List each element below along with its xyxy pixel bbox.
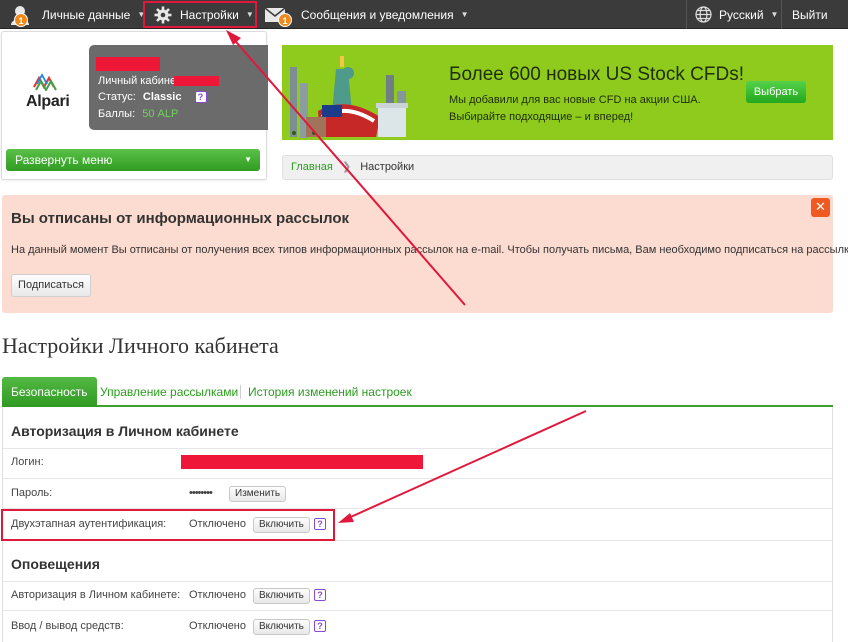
expand-menu-button[interactable]: Развернуть меню ▼	[6, 149, 260, 171]
caret-down-icon: ▼	[770, 10, 779, 19]
redacted-account-number	[174, 76, 219, 86]
notify-auth-enable-button[interactable]: Включить	[253, 588, 310, 604]
breadcrumb-separator-icon: ❯	[341, 161, 352, 173]
caret-down-icon: ▼	[460, 10, 469, 19]
messages-menu[interactable]: 1 Сообщения и уведомления ▼	[264, 0, 469, 29]
personal-data-menu[interactable]: 1 Личные данные ▼	[10, 0, 145, 29]
two-factor-highlight-frame	[1, 509, 335, 541]
alpari-logo	[33, 73, 57, 93]
status-help-icon[interactable]: ?	[194, 91, 207, 103]
status-label: Статус:	[98, 91, 136, 103]
globe-icon	[695, 6, 712, 23]
divider	[781, 0, 782, 29]
logo-text: Alpari	[26, 93, 70, 110]
notify-funds-help-icon[interactable]: ?	[314, 620, 326, 632]
notify-funds-enable-button[interactable]: Включить	[253, 619, 310, 635]
password-value: ••••••••	[189, 487, 213, 499]
logout-link[interactable]: Выйти	[792, 0, 828, 29]
auth-section-title: Авторизация в Личном кабинете	[11, 423, 239, 439]
language-label: Русский	[719, 7, 764, 22]
cabinet-row: Личный кабинет	[98, 75, 181, 87]
breadcrumb-current: Настройки	[360, 161, 415, 173]
subscribe-button[interactable]: Подписаться	[11, 274, 91, 297]
notify-auth-status: Отключено	[189, 589, 246, 601]
banner-title: Более 600 новых US Stock CFDs!	[449, 64, 744, 85]
settings-tabs: Безопасность Управление рассылками Истор…	[2, 377, 833, 407]
divider	[3, 448, 832, 449]
tab-mailing-management[interactable]: Управление рассылками	[100, 377, 238, 407]
change-password-button[interactable]: Изменить	[229, 486, 287, 502]
notify-auth-label: Авторизация в Личном кабинете:	[11, 589, 181, 601]
divider	[686, 0, 687, 29]
divider	[3, 581, 832, 582]
settings-highlight-frame	[143, 1, 257, 28]
banner-select-button[interactable]: Выбрать	[746, 81, 806, 103]
tab-security[interactable]: Безопасность	[2, 377, 97, 407]
promo-banner[interactable]: Более 600 новых US Stock CFDs! Мы добави…	[282, 45, 833, 140]
notify-funds-status: Отключено	[189, 620, 246, 632]
close-icon[interactable]: ✕	[811, 198, 830, 217]
notify-auth-help-icon[interactable]: ?	[314, 589, 326, 601]
personal-data-label: Личные данные	[42, 7, 131, 22]
expand-menu-label: Развернуть меню	[15, 153, 113, 167]
statue-of-liberty-illustration	[290, 56, 408, 138]
divider	[3, 478, 832, 479]
points-label: Баллы:	[98, 108, 136, 120]
top-navigation-bar: 1 Личные данные ▼ Настройки ▼ 1 Сообщени…	[0, 0, 848, 29]
points-value[interactable]: 50 ALP	[142, 108, 178, 120]
logo-mark-icon	[33, 73, 57, 93]
tab-settings-history[interactable]: История изменений настроек	[248, 377, 412, 407]
points-row: Баллы: 50 ALP	[98, 108, 178, 120]
password-label: Пароль:	[11, 487, 53, 499]
notify-funds-label: Ввод / вывод средств:	[11, 620, 124, 632]
status-value: Classic	[142, 91, 182, 103]
cabinet-label: Личный кабинет	[98, 75, 181, 87]
page-title: Настройки Личного кабинета	[2, 333, 279, 358]
unsubscribed-alert: Вы отписаны от информационных рассылок Н…	[2, 195, 848, 313]
alert-text: На данный момент Вы отписаны от получени…	[11, 244, 848, 256]
language-selector[interactable]: Русский ▼	[695, 0, 778, 29]
personal-badge: 1	[14, 13, 28, 27]
breadcrumb: Главная ❯ Настройки	[282, 155, 833, 180]
status-row: Статус: Classic ?	[98, 91, 207, 103]
messages-badge: 1	[278, 13, 292, 27]
breadcrumb-home-link[interactable]: Главная	[291, 161, 333, 173]
tab-divider	[240, 385, 241, 399]
messages-label: Сообщения и уведомления	[301, 7, 454, 22]
alert-title: Вы отписаны от информационных рассылок	[11, 210, 350, 227]
banner-text-line-1: Мы добавили для вас новые CFD на акции С…	[449, 94, 701, 106]
banner-text-line-2: Выбирайте подходящие – и вперед!	[449, 111, 634, 123]
notifications-section-title: Оповещения	[11, 556, 100, 572]
login-label: Логин:	[11, 456, 44, 468]
redacted-username	[96, 57, 160, 71]
redacted-login-value	[181, 455, 423, 469]
divider	[3, 610, 832, 611]
caret-down-icon: ▼	[244, 155, 252, 164]
user-info-panel: Личный кабинет Статус: Classic ? Баллы: …	[89, 45, 268, 130]
